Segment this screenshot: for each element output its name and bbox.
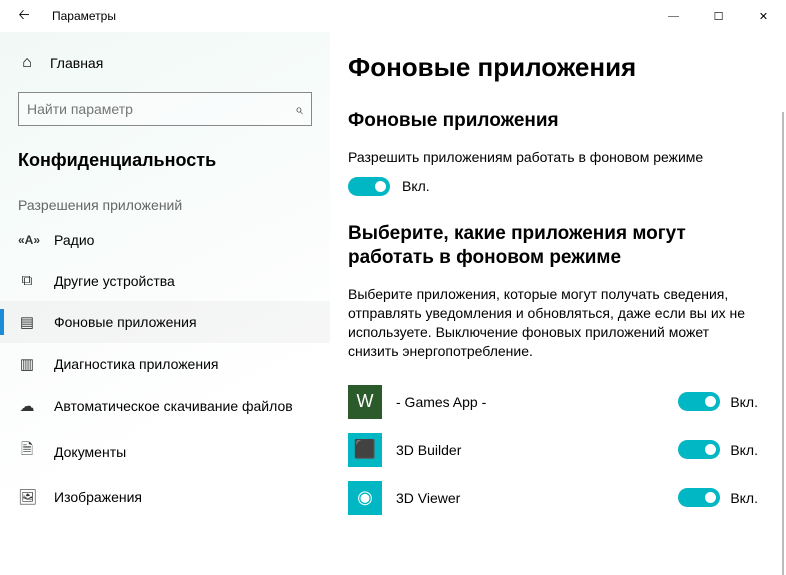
app-toggle-state: Вкл.: [730, 394, 758, 410]
search-input-wrap[interactable]: ⌕: [18, 92, 312, 126]
scrollbar-rail[interactable]: [782, 112, 784, 575]
app-icon: ◉: [348, 481, 382, 515]
app-list: W - Games App - Вкл. ⬛ 3D Builder Вкл. ◉…: [348, 385, 758, 515]
nav-icon: ⧉: [18, 272, 36, 289]
sidebar-item[interactable]: ☁ Автоматическое скачивание файлов: [0, 385, 330, 427]
nav-label: Радио: [54, 232, 94, 248]
minimize-button[interactable]: —: [651, 0, 696, 32]
app-toggle-state: Вкл.: [730, 442, 758, 458]
app-toggle-state: Вкл.: [730, 490, 758, 506]
home-icon: ⌂: [18, 54, 36, 72]
section-title: Конфиденциальность: [0, 144, 330, 193]
window-title: Параметры: [52, 9, 116, 23]
search-input[interactable]: [27, 101, 295, 117]
nav-list: «A» Радио⧉ Другие устройства▤ Фоновые пр…: [0, 219, 330, 518]
app-icon: W: [348, 385, 382, 419]
maximize-button[interactable]: ☐: [696, 0, 741, 32]
nav-icon: 🖼: [18, 488, 36, 506]
app-toggle[interactable]: [678, 392, 720, 411]
nav-label: Изображения: [54, 489, 142, 505]
home-nav[interactable]: ⌂ Главная: [0, 44, 330, 82]
app-toggle[interactable]: [678, 440, 720, 459]
app-name: 3D Viewer: [396, 490, 664, 506]
sidebar: ⌂ Главная ⌕ Конфиденциальность Разрешени…: [0, 32, 330, 575]
section1-title: Фоновые приложения: [348, 109, 758, 134]
window-controls: — ☐ ✕: [651, 0, 786, 32]
nav-label: Документы: [54, 444, 126, 460]
nav-label: Автоматическое скачивание файлов: [54, 398, 293, 414]
master-toggle-state: Вкл.: [402, 178, 430, 194]
app-row: ⬛ 3D Builder Вкл.: [348, 433, 758, 467]
section2-desc: Выберите приложения, которые могут получ…: [348, 285, 758, 361]
sidebar-item[interactable]: ⧉ Другие устройства: [0, 260, 330, 301]
nav-label: Фоновые приложения: [54, 314, 197, 330]
sidebar-item[interactable]: ▥ Диагностика приложения: [0, 343, 330, 385]
app-icon: ⬛: [348, 433, 382, 467]
app-name: 3D Builder: [396, 442, 664, 458]
app-toggle[interactable]: [678, 488, 720, 507]
section1-desc: Разрешить приложениям работать в фоновом…: [348, 148, 758, 167]
sidebar-item[interactable]: 🗎 Документы: [0, 427, 330, 476]
nav-label: Другие устройства: [54, 273, 175, 289]
app-row: ◉ 3D Viewer Вкл.: [348, 481, 758, 515]
sidebar-item[interactable]: ▤ Фоновые приложения: [0, 301, 330, 343]
titlebar: 🡠 Параметры — ☐ ✕: [0, 0, 786, 32]
sidebar-item[interactable]: «A» Радио: [0, 219, 330, 260]
master-toggle[interactable]: [348, 177, 390, 196]
page-title: Фоновые приложения: [348, 52, 758, 83]
close-button[interactable]: ✕: [741, 0, 786, 32]
nav-label: Диагностика приложения: [54, 356, 218, 372]
nav-icon: ▤: [18, 313, 36, 331]
group-title: Разрешения приложений: [0, 193, 330, 219]
nav-icon: ☁: [18, 397, 36, 415]
search-icon: ⌕: [295, 101, 303, 118]
back-button[interactable]: 🡠: [8, 0, 40, 32]
home-label: Главная: [50, 55, 103, 71]
main-panel: Фоновые приложения Фоновые приложения Ра…: [330, 32, 786, 575]
app-name: - Games App -: [396, 394, 664, 410]
nav-icon: ▥: [18, 355, 36, 373]
section2-title: Выберите, какие приложения могут работат…: [348, 222, 758, 271]
nav-icon: 🗎: [18, 439, 36, 464]
sidebar-item[interactable]: 🖼 Изображения: [0, 476, 330, 518]
app-row: W - Games App - Вкл.: [348, 385, 758, 419]
nav-icon: «A»: [18, 231, 36, 248]
